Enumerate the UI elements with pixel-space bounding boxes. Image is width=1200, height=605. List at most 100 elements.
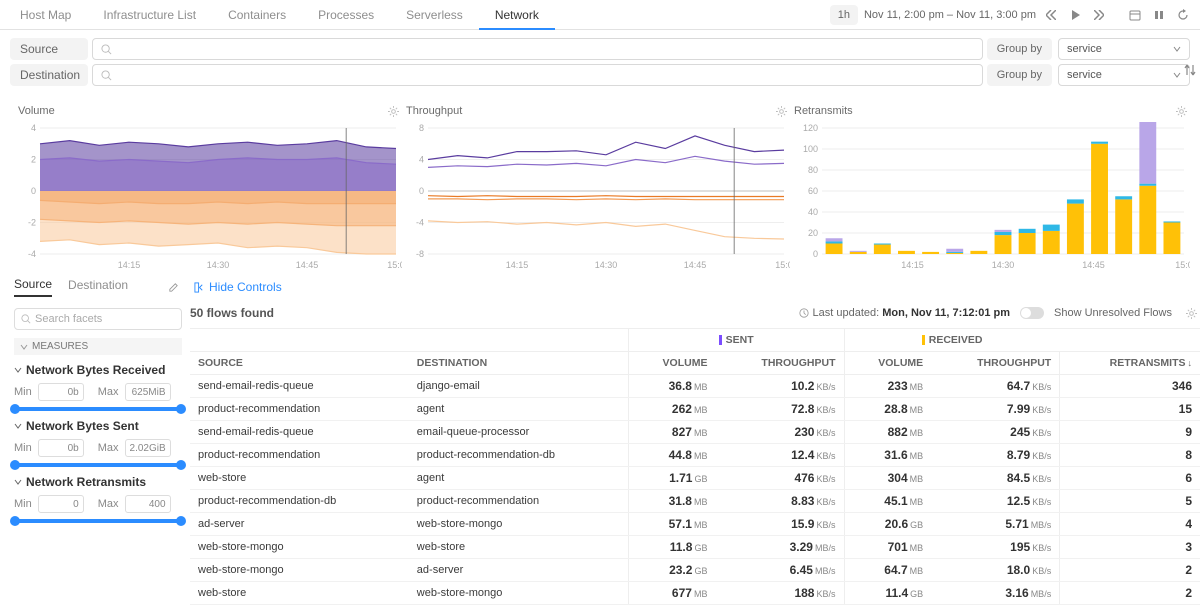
chevron-down-icon [14, 422, 22, 430]
flow-count: 50 flows found [190, 306, 274, 320]
top-nav: Host MapInfrastructure ListContainersPro… [0, 0, 1200, 30]
th-sent-volume[interactable]: VOLUME [628, 352, 715, 375]
table-row[interactable]: product-recommendationagent262MB72.8KB/s… [190, 398, 1200, 421]
gear-icon[interactable] [772, 102, 790, 120]
svg-text:15:0: 15:0 [1175, 260, 1190, 270]
th-recv-throughput[interactable]: THROUGHPUT [931, 352, 1060, 375]
chevron-down-icon [14, 478, 22, 486]
table-row[interactable]: web-storeweb-store-mongo677MB188KB/s11.4… [190, 582, 1200, 605]
range-slider[interactable] [14, 519, 182, 523]
svg-text:4: 4 [419, 155, 424, 165]
min-input[interactable] [38, 495, 84, 513]
charts-row: Volume -4-202414:1514:3014:4515:0 Throug… [0, 94, 1200, 272]
th-recv-volume[interactable]: VOLUME [844, 352, 931, 375]
max-input[interactable] [125, 495, 171, 513]
th-destination[interactable]: DESTINATION [409, 352, 629, 375]
groupby-label: Group by [987, 38, 1052, 60]
pause-icon[interactable] [1150, 6, 1168, 24]
throughput-chart-title: Throughput [406, 105, 462, 117]
search-icon [101, 70, 112, 81]
svg-text:8: 8 [419, 123, 424, 133]
search-icon [21, 314, 31, 324]
table-row[interactable]: send-email-redis-queueemail-queue-proces… [190, 421, 1200, 444]
th-source[interactable]: SOURCE [190, 352, 409, 375]
nav-item-infrastructure-list[interactable]: Infrastructure List [87, 0, 212, 30]
tab-destination[interactable]: Destination [68, 278, 128, 296]
svg-text:0: 0 [419, 186, 424, 196]
gear-icon[interactable] [1172, 102, 1190, 120]
volume-chart-card: Volume -4-202414:1514:3014:4515:0 [18, 98, 402, 272]
play-icon[interactable] [1066, 6, 1084, 24]
nav-item-containers[interactable]: Containers [212, 0, 302, 30]
collapse-icon [194, 282, 205, 293]
step-forward-icon[interactable] [1090, 6, 1108, 24]
retransmits-chart-card: Retransmits 02040608010012014:1514:3014:… [794, 98, 1190, 272]
retransmits-chart-title: Retransmits [794, 105, 853, 117]
unresolved-label: Show Unresolved Flows [1054, 307, 1172, 319]
table-row[interactable]: web-storeagent1.71GB476KB/s304MB84.5KB/s… [190, 467, 1200, 490]
svg-text:120: 120 [803, 123, 818, 133]
source-groupby-select[interactable]: service [1058, 38, 1190, 60]
measure-title[interactable]: Network Retransmits [14, 475, 182, 489]
groupby-value: service [1067, 43, 1102, 55]
table-row[interactable]: send-email-redis-queuedjango-email36.8MB… [190, 375, 1200, 398]
range-slider[interactable] [14, 463, 182, 467]
destination-label: Destination [10, 64, 88, 86]
volume-chart[interactable]: -4-202414:1514:3014:4515:0 [18, 122, 402, 272]
table-row[interactable]: product-recommendationproduct-recommenda… [190, 444, 1200, 467]
table-row[interactable]: web-store-mongoad-server23.2GB6.45MB/s64… [190, 559, 1200, 582]
sent-group-header: SENT [628, 329, 844, 352]
gear-icon[interactable] [384, 102, 402, 120]
min-input[interactable] [38, 439, 84, 457]
measure-title[interactable]: Network Bytes Sent [14, 419, 182, 433]
gear-icon[interactable] [1182, 304, 1200, 322]
source-filter-input[interactable] [92, 38, 983, 60]
destination-filter-input[interactable] [92, 64, 983, 86]
source-label: Source [10, 38, 88, 60]
calendar-icon[interactable] [1126, 6, 1144, 24]
svg-text:14:45: 14:45 [296, 260, 319, 270]
svg-text:15:0: 15:0 [775, 260, 790, 270]
min-input[interactable] [38, 383, 84, 401]
range-slider[interactable] [14, 407, 182, 411]
measure-network-bytes-received: Network Bytes ReceivedMinMax [14, 363, 182, 411]
step-back-icon[interactable] [1042, 6, 1060, 24]
edit-icon[interactable] [164, 278, 182, 296]
nav-item-processes[interactable]: Processes [302, 0, 390, 30]
throughput-chart[interactable]: -8-404814:1514:3014:4515:0 [406, 122, 790, 272]
nav-item-host-map[interactable]: Host Map [4, 0, 87, 30]
facet-search-placeholder: Search facets [35, 313, 102, 325]
table-row[interactable]: product-recommendation-dbproduct-recomme… [190, 490, 1200, 513]
measures-header[interactable]: MEASURES [14, 338, 182, 355]
chevron-down-icon [1173, 45, 1181, 53]
destination-groupby-select[interactable]: service [1058, 64, 1190, 86]
swap-filters-icon[interactable] [1178, 58, 1200, 82]
time-range-button[interactable]: 1h [830, 5, 858, 25]
retransmits-chart[interactable]: 02040608010012014:1514:3014:4515:0 [794, 122, 1190, 272]
table-row[interactable]: ad-serverweb-store-mongo57.1MB15.9KB/s20… [190, 513, 1200, 536]
svg-text:14:45: 14:45 [1082, 260, 1105, 270]
th-sent-throughput[interactable]: THROUGHPUT [715, 352, 844, 375]
refresh-icon[interactable] [1174, 6, 1192, 24]
facet-search-input[interactable]: Search facets [14, 308, 182, 330]
chevron-down-icon [20, 343, 28, 351]
svg-text:-2: -2 [28, 218, 36, 228]
svg-text:14:30: 14:30 [595, 260, 618, 270]
svg-text:-4: -4 [28, 249, 36, 259]
measure-title[interactable]: Network Bytes Received [14, 363, 182, 377]
nav-item-network[interactable]: Network [479, 0, 555, 30]
table-row[interactable]: web-store-mongoweb-store11.8GB3.29MB/s70… [190, 536, 1200, 559]
nav-item-serverless[interactable]: Serverless [390, 0, 479, 30]
svg-text:20: 20 [808, 228, 818, 238]
max-input[interactable] [125, 439, 171, 457]
max-input[interactable] [125, 383, 171, 401]
unresolved-toggle[interactable] [1020, 307, 1044, 319]
flows-panel: Hide Controls 50 flows found Last update… [190, 274, 1200, 605]
svg-text:15:0: 15:0 [387, 260, 402, 270]
tab-source[interactable]: Source [14, 277, 52, 297]
volume-chart-title: Volume [18, 105, 55, 117]
hide-controls-button[interactable]: Hide Controls [190, 274, 1200, 300]
groupby-label: Group by [987, 64, 1052, 86]
th-retransmits[interactable]: RETRANSMITS↓ [1060, 352, 1200, 375]
nav-right: 1h Nov 11, 2:00 pm – Nov 11, 3:00 pm [830, 5, 1200, 25]
